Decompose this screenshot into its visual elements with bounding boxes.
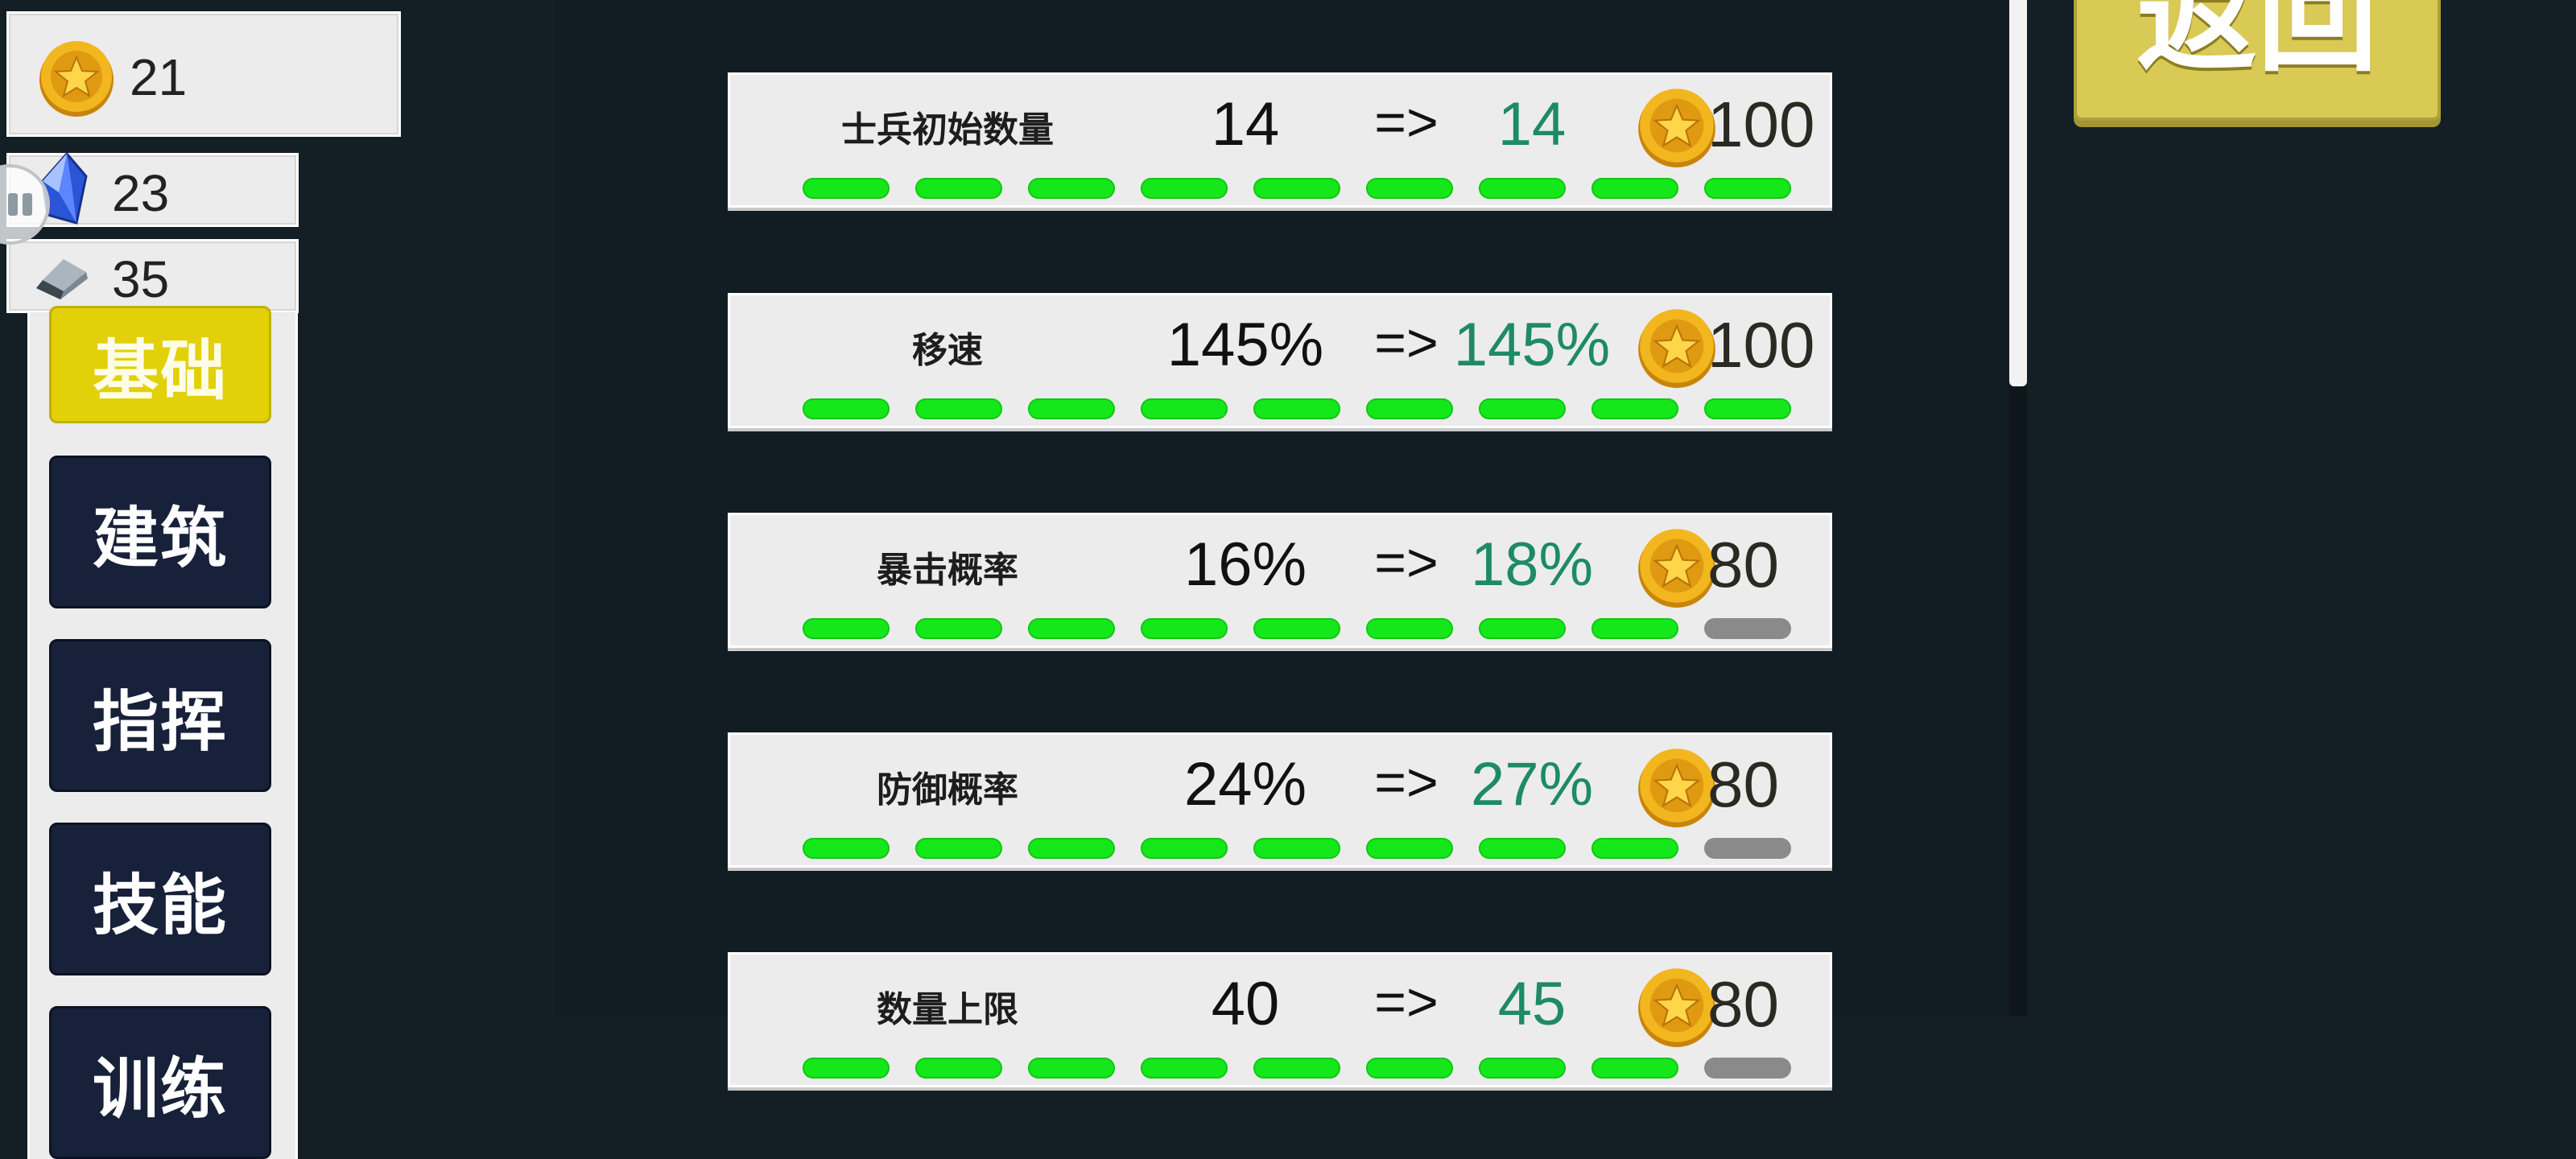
progress-pip [1591,398,1678,419]
current-value: 145% [1166,311,1324,379]
progress-pip [1253,1058,1340,1079]
upgrade-cost[interactable]: 100 [1707,308,1836,382]
progress-pip [1591,1058,1678,1079]
progress-pip [1591,618,1678,639]
game-screen: 士兵初始数量 14 => 14 100 移速 145% => 145% 100 暴击概率 16% => 1… [0,0,2576,1159]
progress-pip [1141,1058,1228,1079]
upgrade-row[interactable]: 士兵初始数量 14 => 14 100 [728,72,1832,208]
upgrade-cost[interactable]: 100 [1707,88,1836,162]
upgrade-row[interactable]: 防御概率 24% => 27% 80 [728,732,1832,868]
tab-building[interactable]: 建筑 [49,456,271,608]
current-value: 24% [1183,750,1307,819]
back-button[interactable]: 返回 [2074,0,2441,121]
gold-coin-icon [39,41,114,117]
progress-pip [1028,618,1115,639]
next-value: 45 [1497,970,1567,1038]
gold-coin-icon [1635,85,1719,171]
upgrade-row[interactable]: 暴击概率 16% => 18% 80 [728,513,1832,648]
progress-pip [1028,178,1115,199]
category-menu: 基础 建筑 指挥 技能 训练 [27,306,298,1159]
tab-basic[interactable]: 基础 [49,306,271,423]
next-value: 27% [1470,750,1594,819]
upgrade-row[interactable]: 移速 145% => 145% 100 [728,293,1832,428]
progress-pip [1479,178,1566,199]
upgrade-row[interactable]: 数量上限 40 => 45 80 [728,952,1832,1087]
gold-value: 21 [130,48,188,106]
gem-value: 23 [112,164,170,222]
gem-counter: 23 [6,152,299,227]
progress-pip [803,178,890,199]
upgrade-cost[interactable]: 80 [1707,967,1836,1041]
upgrade-name: 暴击概率 [877,550,1018,591]
progress-pip [1028,398,1115,419]
progress-pip [1591,838,1678,859]
current-value: 40 [1211,970,1280,1038]
progress-pip [1366,1058,1453,1079]
progress-pip [1141,178,1228,199]
progress-pip [1704,618,1791,639]
progress-pip [803,838,890,859]
progress-pip [1479,838,1566,859]
iron-counter: 35 [6,239,299,313]
progress-pip [915,838,1002,859]
next-value: 14 [1497,90,1567,159]
upgrade-cost[interactable]: 80 [1707,748,1836,822]
progress-pip [1479,618,1566,639]
progress-pip [1366,838,1453,859]
iron-ingot-icon [36,259,88,299]
gold-coin-icon [1635,305,1719,392]
progress-pip [1704,398,1791,419]
progress-pip [1479,1058,1566,1079]
current-value: 16% [1183,530,1307,599]
upgrade-name: 防御概率 [877,769,1018,810]
upgrade-name: 移速 [912,330,983,371]
progress-pip [1366,178,1453,199]
progress-pip [1028,838,1115,859]
gold-coin-icon [1635,525,1719,612]
progress-pip [1366,618,1453,639]
gold-coin-icon [1635,964,1719,1051]
iron-value: 35 [112,250,170,308]
next-value: 18% [1470,530,1594,599]
progress-pip [1704,838,1791,859]
progress-pip [1253,178,1340,199]
upgrade-name: 士兵初始数量 [841,109,1054,151]
progress-pip [915,1058,1002,1079]
gold-counter: 21 [6,11,401,137]
progress-pip [803,1058,890,1079]
progress-pip [915,178,1002,199]
progress-pip [915,618,1002,639]
upgrade-name: 数量上限 [877,989,1018,1030]
progress-pip [1591,178,1678,199]
next-value: 145% [1453,311,1611,379]
tab-training[interactable]: 训练 [49,1006,271,1159]
scrollbar-thumb[interactable] [2009,0,2027,386]
progress-pip [915,398,1002,419]
current-value: 14 [1211,90,1280,159]
progress-pip [1366,398,1453,419]
progress-pip [1141,398,1228,419]
progress-pip [1028,1058,1115,1079]
progress-pip [1141,838,1228,859]
upgrade-cost[interactable]: 80 [1707,528,1836,602]
progress-pip [1704,178,1791,199]
tab-command[interactable]: 指挥 [49,639,271,792]
tab-skill[interactable]: 技能 [49,823,271,975]
gold-coin-icon [1635,744,1719,831]
progress-pip [1704,1058,1791,1079]
progress-pip [1253,398,1340,419]
progress-pip [1253,618,1340,639]
progress-pip [1253,838,1340,859]
progress-pip [803,618,890,639]
progress-pip [1141,618,1228,639]
progress-pip [1479,398,1566,419]
progress-pip [803,398,890,419]
